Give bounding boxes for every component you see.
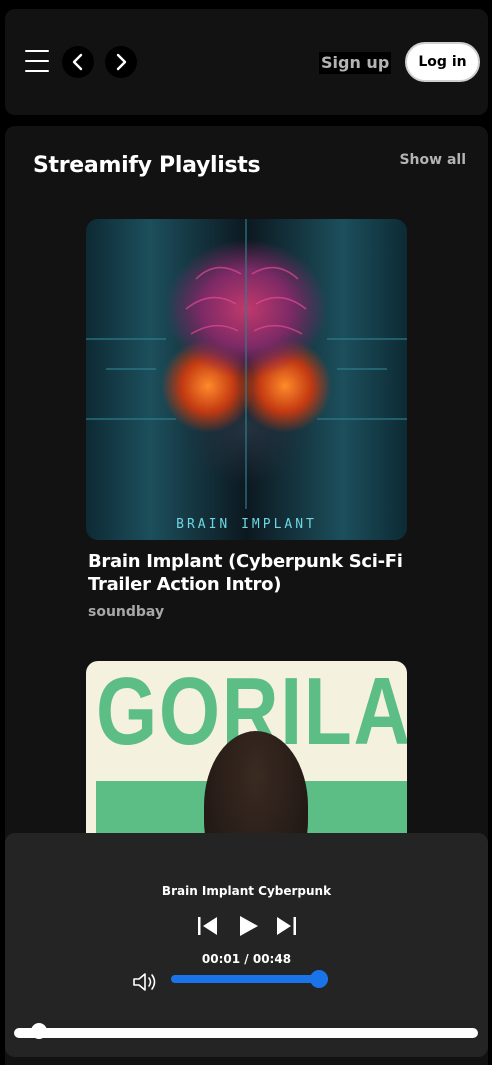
volume-slider-thumb[interactable] xyxy=(310,970,328,988)
track-name: Brain Implant Cyberpunk xyxy=(161,884,332,898)
previous-icon xyxy=(198,917,217,935)
progress-thumb[interactable] xyxy=(31,1023,47,1039)
next-button[interactable] xyxy=(273,913,299,939)
playlist-card[interactable]: BRAIN IMPLANT Brain Implant (Cyberpunk S… xyxy=(86,219,408,620)
now-playing-bar: Brain Implant Cyberpunk 00:01 / 00:48 xyxy=(5,833,488,1057)
back-button[interactable] xyxy=(62,46,94,78)
brain-artwork xyxy=(86,219,407,509)
login-button[interactable]: Log in xyxy=(405,42,480,82)
section-title: Streamify Playlists xyxy=(33,153,261,178)
time-display: 00:01 / 00:48 xyxy=(201,952,292,966)
cover-caption: BRAIN IMPLANT xyxy=(176,517,317,532)
progress-bar[interactable] xyxy=(14,1028,478,1038)
forward-button[interactable] xyxy=(105,46,137,78)
previous-button[interactable] xyxy=(195,913,221,939)
signup-button[interactable]: Sign up xyxy=(319,52,392,74)
play-button[interactable] xyxy=(235,913,261,939)
volume-slider[interactable] xyxy=(171,975,328,983)
next-icon xyxy=(277,917,296,935)
playback-controls xyxy=(195,913,299,939)
playlist-cover[interactable]: BRAIN IMPLANT xyxy=(86,219,407,540)
playlist-title[interactable]: Brain Implant (Cyberpunk Sci-Fi Trailer … xyxy=(86,550,408,596)
top-bar: Sign up Log in xyxy=(5,9,488,115)
chevron-left-icon xyxy=(72,53,83,71)
show-all-link[interactable]: Show all xyxy=(399,152,466,168)
playlist-artist[interactable]: soundbay xyxy=(86,604,408,620)
play-icon xyxy=(240,916,258,936)
chevron-right-icon xyxy=(116,53,127,71)
menu-icon[interactable] xyxy=(25,50,49,72)
volume-icon[interactable] xyxy=(132,971,158,993)
